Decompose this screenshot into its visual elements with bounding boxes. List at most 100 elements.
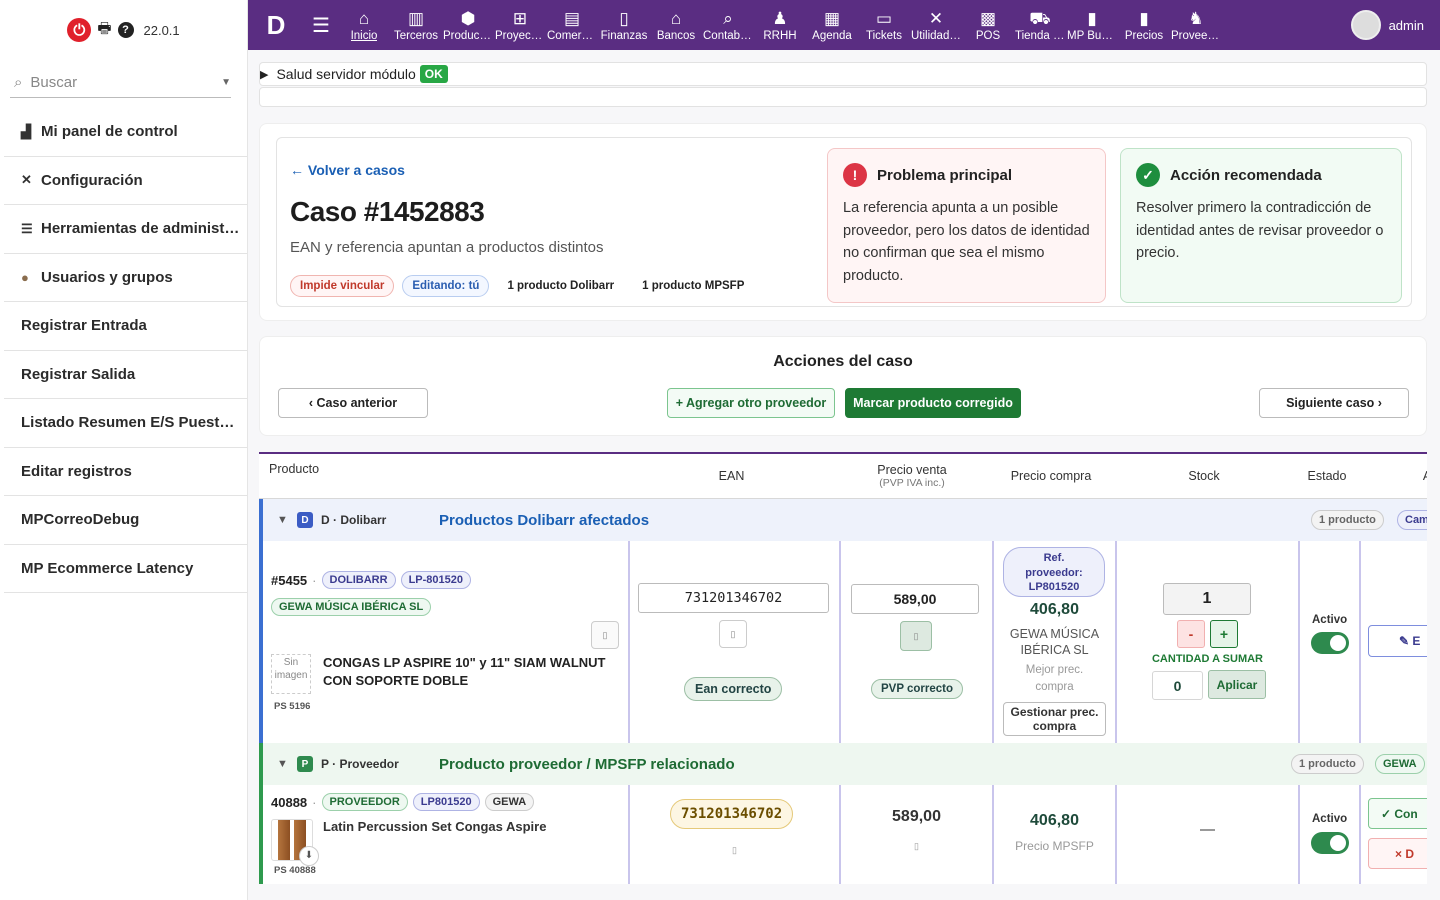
- ean-cell: 731201346702 ▯: [630, 785, 841, 884]
- sidebar-item-entrada[interactable]: Registrar Entrada: [4, 302, 247, 351]
- nav-pos[interactable]: ▩ POS: [962, 0, 1014, 50]
- avatar: [1350, 10, 1381, 40]
- main-content: ▶ Salud servidor módulo OK ← Volver a ca…: [248, 50, 1440, 900]
- nav-tickets[interactable]: ▭ Tickets: [858, 0, 910, 50]
- file-icon: ▮: [1087, 9, 1097, 28]
- product-name[interactable]: CONGAS LP ASPIRE 10" y 11" SIAM WALNUT C…: [323, 654, 618, 690]
- add-supplier-button[interactable]: + Agregar otro proveedor: [667, 388, 835, 418]
- group-row-supplier[interactable]: ▼ P P · Proveedor Producto proveedor / M…: [259, 743, 1427, 785]
- sidebar-item-salida[interactable]: Registrar Salida: [4, 351, 247, 399]
- supplier-ref-badge: Ref. proveedor: LP801520: [1003, 547, 1105, 597]
- quantity-input[interactable]: 0: [1152, 671, 1203, 700]
- confirm-link-button[interactable]: ✓ Con: [1368, 798, 1427, 829]
- price-cell: 589,00 ▯: [841, 785, 994, 884]
- product-name[interactable]: Latin Percussion Set Congas Aspire: [323, 819, 546, 834]
- user-icon: ●: [21, 269, 29, 285]
- chevron-down-icon: ▼: [221, 77, 231, 88]
- logout-icon[interactable]: ⏻: [67, 18, 92, 42]
- sidebar-item-correo-debug[interactable]: MPCorreoDebug: [4, 496, 247, 545]
- ean-copy-button[interactable]: ▯: [719, 620, 747, 648]
- active-toggle[interactable]: [1311, 832, 1349, 854]
- manage-cost-button[interactable]: Gestionar prec. compra: [1003, 702, 1106, 736]
- empty-panel: [259, 87, 1427, 107]
- nav-utilidades[interactable]: ✕ Utilidades: [910, 0, 962, 50]
- sidebar-item-admin-tools[interactable]: ☰Herramientas de administración: [4, 205, 247, 254]
- price-save-button[interactable]: ▯: [900, 621, 932, 651]
- sidebar-item-config[interactable]: ✕ Configuración: [4, 157, 247, 205]
- edit-product-button[interactable]: ✎ E: [1368, 625, 1427, 657]
- supplier-badge: GEWA MÚSICA IBÉRICA SL: [271, 598, 432, 616]
- server-health-summary[interactable]: ▶ Salud servidor módulo OK: [259, 62, 1427, 86]
- nav-mp-buscador[interactable]: ▮MP Buscador: [1066, 0, 1118, 50]
- group-row-dolibarr[interactable]: ▼ D D · Dolibarr Productos Dolibarr afec…: [259, 499, 1427, 541]
- ean-input[interactable]: 731201346702: [638, 583, 829, 613]
- cost-value: 406,80: [1030, 601, 1079, 618]
- nav-productos[interactable]: ⬢ Productos: [442, 0, 494, 50]
- sidebar: ⏻ 🖶 ? 22.0.1 ⌕ Buscar ▼ ▟ Mi panel de con…: [0, 0, 248, 900]
- help-icon[interactable]: ?: [117, 22, 134, 38]
- search-icon: ⌕: [14, 74, 23, 91]
- ean-cell: 731201346702 ▯ Ean correcto: [630, 541, 841, 743]
- apply-quantity-button[interactable]: Aplicar: [1208, 670, 1266, 699]
- reference-badge: LP801520: [412, 793, 480, 811]
- stock-input[interactable]: 1: [1163, 583, 1251, 615]
- stock-decrement-button[interactable]: -: [1177, 620, 1205, 648]
- sidebar-item-ecommerce-latency[interactable]: MP Ecommerce Latency: [4, 545, 247, 593]
- ean-copy-icon[interactable]: ▯: [630, 845, 839, 856]
- price-value: 589,00: [892, 808, 941, 825]
- discard-link-button[interactable]: × D: [1368, 838, 1427, 869]
- print-icon[interactable]: 🖶: [97, 18, 111, 43]
- top-navbar: D ☰ ⌂ Inicio ▥ Terceros ⬢ Productos ⊞ Proyec…: [248, 0, 1440, 50]
- nav-finanzas[interactable]: ▯ Finanzas: [598, 0, 650, 50]
- cash-register-icon: ▩: [979, 9, 997, 28]
- nav-precios[interactable]: ▮ Precios: [1118, 0, 1170, 50]
- nav-proveedores[interactable]: ♞Proveedores: [1170, 0, 1222, 50]
- active-toggle[interactable]: [1311, 632, 1349, 654]
- sidebar-item-editar[interactable]: Editar registros: [4, 448, 247, 496]
- stock-cell: —: [1117, 785, 1300, 884]
- ean-status-badge: Ean correcto: [684, 677, 783, 701]
- sidebar-item-users[interactable]: ● Usuarios y grupos: [4, 254, 247, 302]
- download-icon[interactable]: ⬇: [299, 846, 319, 866]
- nav-rrhh[interactable]: ♟ RRHH: [754, 0, 806, 50]
- nav-agenda[interactable]: ▦ Agenda: [806, 0, 858, 50]
- sidebar-item-listado[interactable]: Listado Resumen E/S Puesto de trabajo: [4, 399, 247, 448]
- page-title: Caso #1452883: [290, 196, 485, 227]
- building-icon: ▥: [407, 9, 425, 28]
- nav-tienda[interactable]: ⛟Tienda online: [1014, 0, 1066, 50]
- col-header-cost: Precio compra: [1010, 469, 1092, 483]
- status-label: Activo: [1312, 813, 1348, 825]
- source-badge: PROVEEDOR: [321, 793, 408, 811]
- user-menu[interactable]: admin: [1350, 10, 1440, 40]
- product-options-button[interactable]: ▯: [591, 621, 619, 649]
- sidebar-item-dashboard[interactable]: ▟ Mi panel de control: [4, 108, 247, 157]
- cost-supplier: GEWA MÚSICA IBÉRICA SL: [1009, 627, 1100, 657]
- stock-value: —: [1200, 821, 1215, 838]
- ticket-icon: ▭: [875, 9, 893, 28]
- nav-terceros[interactable]: ▥ Terceros: [390, 0, 442, 50]
- next-case-button[interactable]: Siguiente caso ›: [1259, 388, 1409, 418]
- price-copy-icon[interactable]: ▯: [841, 841, 992, 852]
- dolibarr-logo[interactable]: D: [248, 10, 304, 41]
- nav-inicio[interactable]: ⌂ Inicio: [338, 0, 390, 50]
- search-dollar-icon: ⌕: [723, 9, 733, 28]
- version-label: 22.0.1: [143, 22, 180, 38]
- price-input[interactable]: 589,00: [851, 584, 979, 614]
- previous-case-button[interactable]: ‹ Caso anterior: [278, 388, 428, 418]
- user-tie-icon: ♟: [772, 9, 788, 28]
- cart-icon: ⛟: [1029, 9, 1051, 28]
- search-input[interactable]: ⌕ Buscar ▼: [10, 68, 231, 98]
- group-count-badge: 1 producto: [1311, 510, 1384, 530]
- nav-bancos[interactable]: ⌂ Bancos: [650, 0, 702, 50]
- mark-product-fixed-button[interactable]: Marcar producto corregido: [845, 388, 1021, 418]
- nav-proyectos[interactable]: ⊞ Proyectos: [494, 0, 546, 50]
- ps-id: PS 5196: [274, 701, 311, 712]
- nav-contabilidad[interactable]: ⌕Contabilidad: [702, 0, 754, 50]
- stock-increment-button[interactable]: +: [1210, 620, 1238, 648]
- nav-comercial[interactable]: ▤ Comercial: [546, 0, 598, 50]
- status-label: Activo: [1312, 614, 1348, 626]
- back-to-cases-link[interactable]: ← Volver a casos: [290, 162, 405, 178]
- col-header-product: Producto: [269, 462, 320, 476]
- tools-icon: ✕: [21, 172, 32, 188]
- menu-icon[interactable]: ☰: [304, 13, 338, 38]
